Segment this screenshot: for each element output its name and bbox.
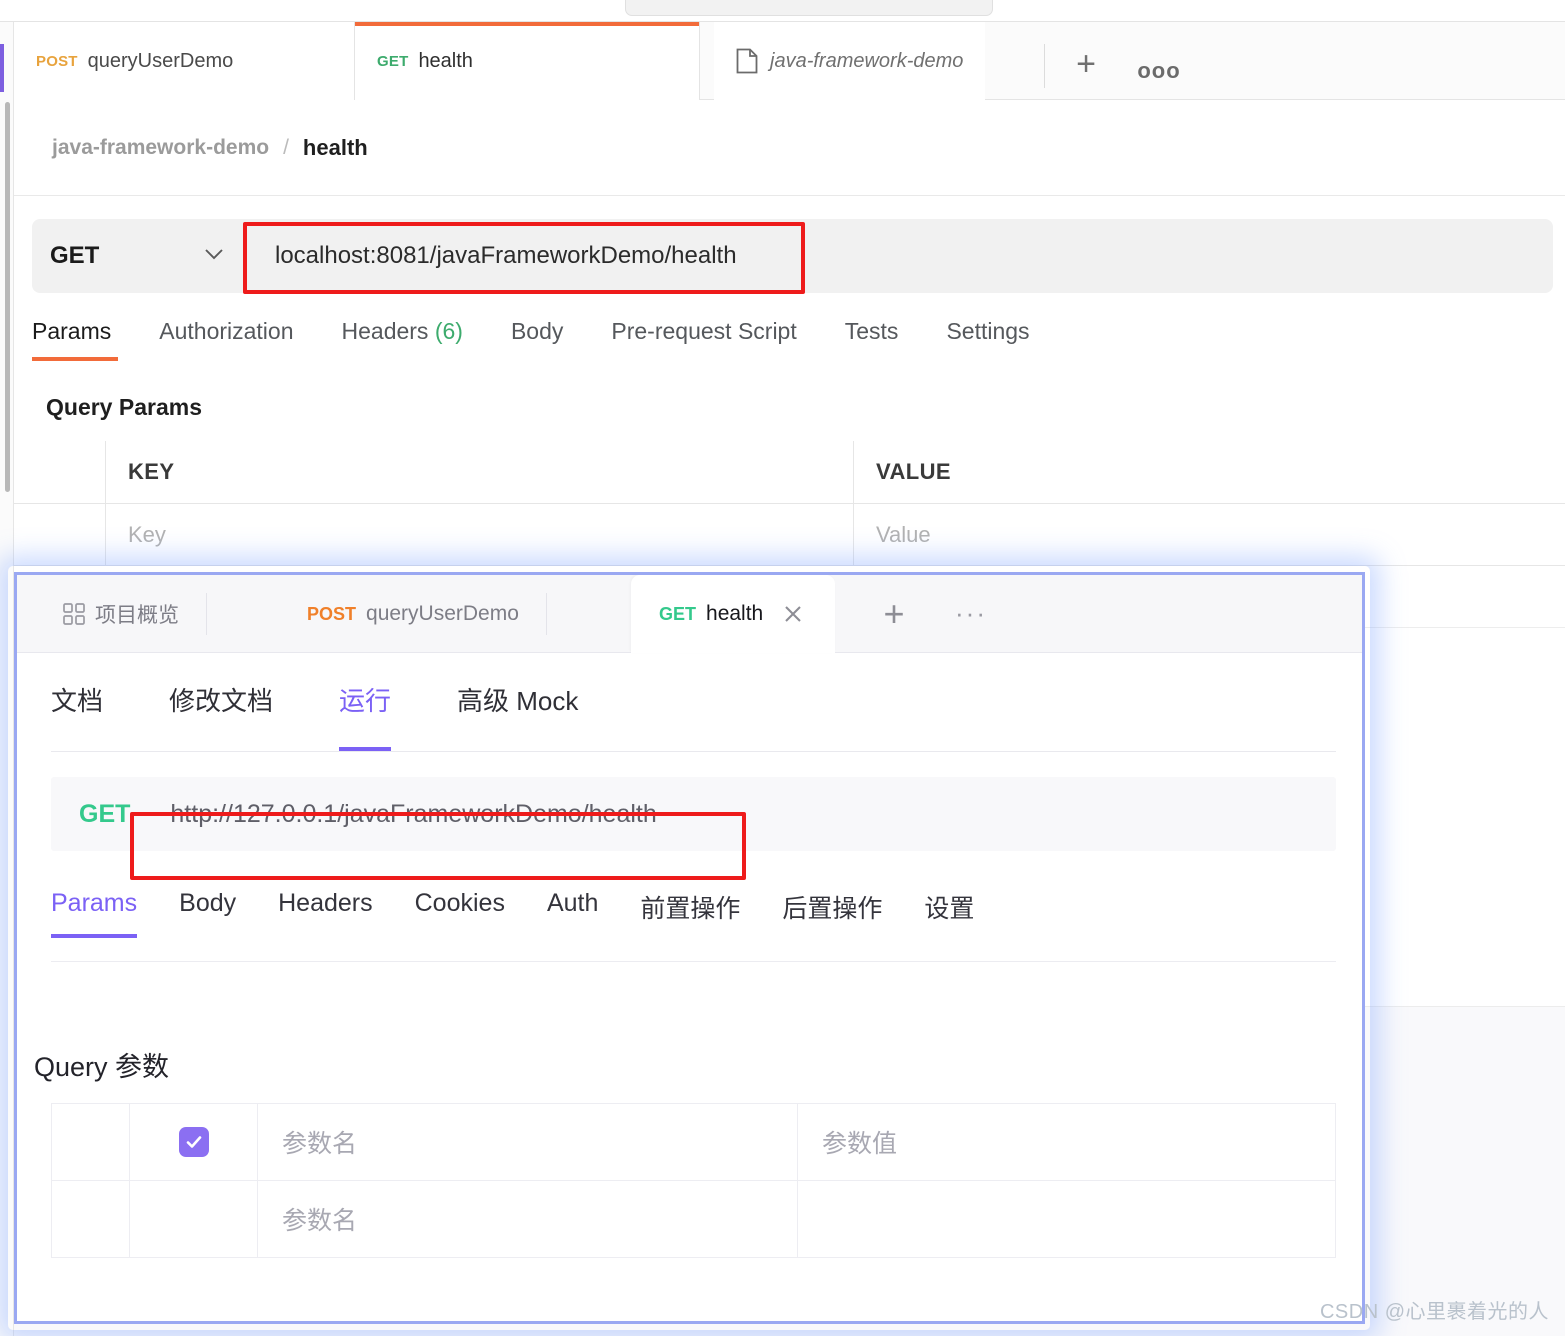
breadcrumb-leaf: health bbox=[302, 134, 368, 160]
tab-headers-label: Headers bbox=[341, 318, 429, 344]
postman-method-select[interactable]: GET bbox=[32, 219, 244, 293]
apifox-tab-settings[interactable]: 设置 bbox=[924, 889, 974, 945]
apifox-new-tab-button[interactable]: + bbox=[874, 595, 914, 635]
postman-tab-label: queryUserDemo bbox=[87, 49, 234, 72]
screen-root: POST queryUserDemo GET health java-frame… bbox=[0, 0, 1565, 1336]
apifox-method-select[interactable]: GET bbox=[51, 800, 146, 829]
apifox-more-options-button[interactable]: ··· bbox=[949, 600, 993, 627]
breadcrumb-separator: / bbox=[283, 135, 289, 159]
apifox-subtab-run[interactable]: 运行 bbox=[339, 675, 392, 751]
table-checkbox-cell bbox=[14, 441, 106, 503]
apifox-tab-body[interactable]: Body bbox=[179, 889, 236, 938]
table-header-key: KEY bbox=[106, 441, 854, 503]
postman-more-options-button[interactable]: ooo bbox=[1136, 60, 1182, 84]
postman-tab-queryuserdemo[interactable]: POST queryUserDemo bbox=[14, 22, 355, 100]
postman-tab-divider bbox=[1044, 44, 1045, 88]
apifox-subtab-edit-doc[interactable]: 修改文档 bbox=[169, 675, 273, 751]
apifox-query-params-title: Query 参数 bbox=[34, 1052, 170, 1082]
apifox-request-tab-divider bbox=[51, 961, 1336, 962]
chevron-down-icon bbox=[204, 247, 224, 265]
apifox-tab-project-overview[interactable]: 项目概览 bbox=[35, 575, 207, 653]
tab-tests[interactable]: Tests bbox=[845, 318, 925, 361]
table-header-value: VALUE bbox=[876, 459, 951, 484]
apifox-tab-label: health bbox=[706, 602, 764, 625]
apifox-tab-auth[interactable]: Auth bbox=[547, 889, 598, 938]
row-drag-cell bbox=[52, 1104, 130, 1180]
apifox-url-row: GET http://127.0.0.1/javaFrameworkDemo/h… bbox=[51, 777, 1336, 851]
postman-tab-label: health bbox=[418, 49, 473, 72]
breadcrumb: java-framework-demo / health bbox=[14, 100, 1565, 196]
postman-url-input[interactable]: localhost:8081/javaFrameworkDemo/health bbox=[245, 219, 1553, 293]
apifox-query-params-table: 参数名 参数值 参数名 bbox=[51, 1103, 1336, 1258]
apifox-tab-post-operation[interactable]: 后置操作 bbox=[782, 889, 882, 945]
table-header-row: KEY VALUE bbox=[14, 441, 1565, 504]
apifox-tab-pre-operation[interactable]: 前置操作 bbox=[640, 889, 740, 945]
apifox-subtab-divider bbox=[51, 751, 1336, 752]
apifox-tab-queryuserdemo[interactable]: POST queryUserDemo bbox=[279, 575, 547, 653]
row-drag-cell bbox=[52, 1181, 130, 1257]
apifox-request-tabs: Params Body Headers Cookies Auth 前置操作 后置… bbox=[51, 889, 1336, 961]
postman-search-bar[interactable] bbox=[625, 0, 993, 16]
apifox-doc-tabs: 文档 修改文档 运行 高级 Mock bbox=[51, 675, 1331, 751]
postman-url-row: GET localhost:8081/javaFrameworkDemo/hea… bbox=[32, 219, 1553, 293]
postman-left-gutter bbox=[0, 22, 14, 1336]
row-name-input[interactable]: 参数名 bbox=[258, 1104, 798, 1180]
row-enable-cell[interactable] bbox=[130, 1181, 258, 1257]
grid-icon bbox=[63, 603, 85, 625]
row-value-input[interactable]: Value bbox=[854, 504, 1565, 565]
apifox-tab-method: POST bbox=[307, 603, 357, 624]
row-checkbox-cell[interactable] bbox=[14, 504, 106, 565]
apifox-tab-bar: 项目概览 POST queryUserDemo GET health + ··· bbox=[17, 575, 1362, 653]
apifox-tab-label: 项目概览 bbox=[95, 604, 179, 627]
apifox-subtab-advanced-mock[interactable]: 高级 Mock bbox=[457, 675, 578, 751]
postman-scrollbar[interactable] bbox=[5, 102, 10, 492]
tab-params[interactable]: Params bbox=[32, 318, 137, 361]
watermark: CSDN @心里裹着光的人 bbox=[1319, 1301, 1549, 1323]
table-row[interactable]: 参数名 bbox=[52, 1181, 1335, 1258]
postman-collection-label: java-framework-demo bbox=[770, 49, 964, 72]
row-enable-cell[interactable] bbox=[130, 1104, 258, 1180]
postman-tab-bar: POST queryUserDemo GET health java-frame… bbox=[14, 22, 1565, 100]
postman-tab-health[interactable]: GET health bbox=[355, 22, 700, 100]
row-checkbox[interactable] bbox=[178, 1127, 209, 1157]
apifox-tab-divider bbox=[545, 593, 547, 635]
row-name-input[interactable]: 参数名 bbox=[258, 1181, 798, 1257]
apifox-tab-health[interactable]: GET health bbox=[631, 575, 836, 653]
apifox-tab-label: queryUserDemo bbox=[366, 602, 519, 625]
tab-settings[interactable]: Settings bbox=[946, 318, 1055, 361]
table-row[interactable]: 参数名 参数值 bbox=[52, 1104, 1335, 1181]
postman-tab-method: POST bbox=[36, 52, 78, 70]
query-params-title: Query Params bbox=[46, 394, 202, 420]
row-key-input[interactable]: Key bbox=[106, 504, 854, 565]
apifox-tab-params[interactable]: Params bbox=[51, 889, 138, 938]
postman-collection-tab[interactable]: java-framework-demo bbox=[714, 22, 986, 100]
postman-gutter-accent bbox=[0, 44, 4, 92]
apifox-url-input[interactable]: http://127.0.0.1/javaFrameworkDemo/healt… bbox=[146, 777, 1336, 851]
postman-top-strip bbox=[0, 0, 1565, 22]
tab-headers-count: (6) bbox=[434, 318, 463, 344]
tab-authorization[interactable]: Authorization bbox=[159, 318, 319, 361]
apifox-tab-method: GET bbox=[659, 603, 697, 624]
apifox-tab-divider bbox=[206, 593, 207, 635]
postman-method-label: GET bbox=[50, 242, 100, 269]
breadcrumb-root[interactable]: java-framework-demo bbox=[52, 136, 269, 160]
tab-pre-request-script[interactable]: Pre-request Script bbox=[611, 318, 822, 361]
postman-request-tabs: Params Authorization Headers (6) Body Pr… bbox=[32, 318, 1432, 374]
folder-icon bbox=[736, 48, 758, 74]
close-icon[interactable] bbox=[779, 600, 807, 628]
postman-active-tab-accent bbox=[355, 22, 699, 26]
postman-tab-method: GET bbox=[377, 52, 409, 70]
tab-body[interactable]: Body bbox=[511, 318, 589, 361]
apifox-tab-cookies[interactable]: Cookies bbox=[415, 889, 505, 938]
apifox-subtab-doc[interactable]: 文档 bbox=[51, 675, 103, 751]
apifox-tab-headers[interactable]: Headers bbox=[278, 889, 373, 938]
apifox-window: 项目概览 POST queryUserDemo GET health + ··· bbox=[14, 572, 1365, 1324]
tab-headers[interactable]: Headers (6) bbox=[342, 318, 489, 361]
row-value-input[interactable]: 参数值 bbox=[798, 1104, 1335, 1180]
table-row[interactable]: Key Value bbox=[14, 504, 1565, 566]
postman-new-tab-button[interactable]: + bbox=[1068, 47, 1104, 84]
row-value-input[interactable] bbox=[798, 1181, 1335, 1257]
postman-params-table: KEY VALUE Key Value bbox=[14, 441, 1565, 566]
